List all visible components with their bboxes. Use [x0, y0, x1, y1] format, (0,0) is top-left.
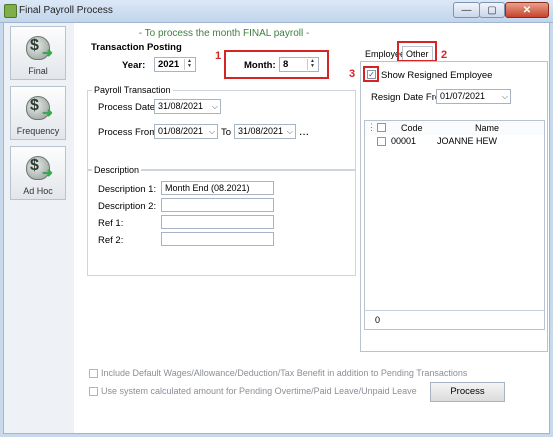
chevron-down-icon[interactable]: ⌵ — [502, 90, 508, 103]
ref1-input[interactable] — [161, 215, 274, 229]
transaction-posting-title: Transaction Posting — [91, 42, 182, 53]
ref2-label: Ref 2: — [98, 235, 124, 246]
description2-input[interactable] — [161, 198, 274, 212]
month-spinner[interactable]: 8 ▲ ▼ — [279, 57, 319, 72]
money-bag-icon: $ ➜ — [24, 32, 53, 60]
app-icon — [4, 4, 17, 18]
annotation-box-other-tab — [397, 41, 437, 62]
spinner-arrows-icon[interactable]: ▲ ▼ — [307, 59, 317, 70]
column-header-code[interactable]: Code — [401, 123, 423, 133]
nav-final-label: Final — [28, 66, 48, 76]
grid-header: ⋮ Code Name — [365, 121, 544, 136]
more-options-button[interactable]: ... — [299, 124, 309, 138]
money-bag-icon: $ ➜ — [24, 152, 53, 180]
left-nav: $ ➜ Final $ ➜ Frequency $ ➜ Ad Hoc — [4, 23, 74, 433]
column-header-name[interactable]: Name — [475, 123, 499, 133]
show-resigned-checkbox[interactable]: ✓ — [367, 70, 376, 79]
process-from-field[interactable]: 01/08/2021 ⌵ — [154, 124, 218, 139]
close-button[interactable]: ✕ — [505, 2, 549, 18]
row-name: JOANNE HEW — [437, 136, 498, 146]
description1-input[interactable]: Month End (08.2021) — [161, 181, 274, 195]
grid-footer-count: 0 — [375, 315, 381, 325]
grid-select-all-checkbox[interactable] — [377, 123, 386, 132]
chevron-down-icon[interactable]: ⌵ — [287, 125, 293, 138]
use-system-label: Use system calculated amount for Pending… — [101, 386, 417, 396]
page-heading: - To process the month FINAL payroll - — [138, 28, 310, 39]
employee-grid: ⋮ Code Name 00001 JOANNE HEW — [364, 120, 545, 330]
description1-label: Description 1: — [98, 184, 157, 195]
nav-frequency-label: Frequency — [16, 126, 60, 136]
spinner-arrows-icon[interactable]: ▲ ▼ — [184, 59, 194, 70]
process-to-field[interactable]: 31/08/2021 ⌵ — [234, 124, 296, 139]
chevron-down-icon[interactable]: ⌵ — [212, 100, 218, 113]
process-date-label: Process Date: — [98, 102, 158, 113]
row-code: 00001 — [391, 136, 417, 146]
minimize-button[interactable]: — — [453, 2, 480, 18]
month-label: Month: — [244, 60, 276, 71]
grid-menu-icon[interactable]: ⋮ — [367, 122, 376, 133]
nav-adhoc-button[interactable]: $ ➜ Ad Hoc — [10, 146, 66, 200]
show-resigned-label: Show Resigned Employee — [381, 70, 493, 81]
process-date-field[interactable]: 31/08/2021 ⌵ — [154, 99, 221, 114]
year-label: Year: — [122, 60, 146, 71]
window-client: $ ➜ Final $ ➜ Frequency $ ➜ Ad Hoc - To pro… — [3, 22, 550, 434]
ref2-input[interactable] — [161, 232, 274, 246]
process-from-label: Process From: — [98, 127, 160, 138]
description-title: Description — [92, 165, 142, 175]
annotation-label-3: 3 — [349, 68, 356, 80]
table-row[interactable]: 00001 JOANNE HEW — [365, 135, 544, 148]
nav-adhoc-label: Ad Hoc — [23, 186, 53, 196]
title-bar: Final Payroll Process — ▢ ✕ — [0, 0, 553, 23]
year-value: 2021 — [158, 59, 180, 70]
row-checkbox[interactable] — [377, 137, 386, 146]
ref1-label: Ref 1: — [98, 218, 124, 229]
nav-frequency-button[interactable]: $ ➜ Frequency — [10, 86, 66, 140]
use-system-checkbox[interactable] — [89, 387, 98, 396]
chevron-down-icon[interactable]: ⌵ — [209, 125, 215, 138]
year-spinner[interactable]: 2021 ▲ ▼ — [154, 57, 196, 72]
payroll-transaction-title: Payroll Transaction — [92, 85, 173, 95]
annotation-label-1: 1 — [215, 50, 222, 62]
money-bag-icon: $ ➜ — [24, 92, 53, 120]
grid-footer: 0 — [364, 310, 545, 330]
description2-label: Description 2: — [98, 201, 157, 212]
month-value: 8 — [283, 59, 289, 70]
to-label: To — [221, 127, 232, 138]
process-button[interactable]: Process — [430, 382, 505, 402]
annotation-label-2: 2 — [441, 49, 448, 61]
resign-date-field[interactable]: 01/07/2021 ⌵ — [436, 89, 511, 104]
nav-final-button[interactable]: $ ➜ Final — [10, 26, 66, 80]
include-default-checkbox[interactable] — [89, 369, 98, 378]
include-default-label: Include Default Wages/Allowance/Deductio… — [101, 368, 468, 378]
maximize-button[interactable]: ▢ — [479, 2, 505, 18]
window-title: Final Payroll Process — [19, 5, 113, 16]
